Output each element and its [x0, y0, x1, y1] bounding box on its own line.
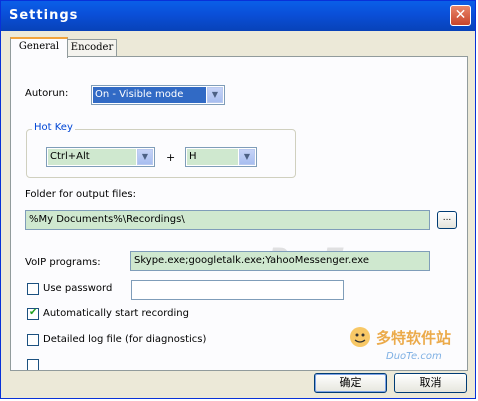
- detailed-log-label: Detailed log file (for diagnostics): [43, 334, 207, 345]
- cancel-button[interactable]: 取消: [394, 373, 467, 393]
- auto-start-checkbox[interactable]: ✔: [27, 307, 39, 320]
- tab-label: General: [18, 41, 60, 52]
- autorun-value: On - Visible mode: [93, 87, 206, 103]
- auto-start-label: Automatically start recording: [43, 308, 189, 319]
- voip-label: VoIP programs:: [25, 257, 101, 268]
- autorun-select[interactable]: On - Visible mode ▼: [91, 85, 225, 105]
- password-input[interactable]: [131, 280, 344, 300]
- tab-encoder[interactable]: Encoder: [67, 39, 117, 57]
- hotkey-key-select[interactable]: H ▼: [185, 147, 257, 167]
- use-password-checkbox[interactable]: [27, 283, 39, 295]
- chevron-down-icon[interactable]: ▼: [207, 87, 223, 103]
- title-bar[interactable]: Settings ✕: [1, 1, 475, 31]
- tab-general[interactable]: General: [10, 37, 68, 58]
- use-password-label: Use password: [43, 283, 113, 294]
- partial-checkbox[interactable]: [27, 359, 39, 370]
- close-button[interactable]: ✕: [450, 5, 471, 26]
- plus-sign: +: [166, 151, 176, 164]
- chevron-down-icon[interactable]: ▼: [239, 149, 255, 165]
- browse-button[interactable]: ...: [437, 211, 457, 229]
- hotkey-key-value: H: [187, 149, 238, 165]
- autorun-label: Autorun:: [25, 88, 69, 99]
- logo-subtext: DuoTe.com: [386, 351, 442, 362]
- tab-label: Encoder: [70, 42, 114, 53]
- voip-programs-input[interactable]: Skype.exe;googletalk.exe;YahooMessenger.…: [130, 251, 430, 271]
- output-folder-label: Folder for output files:: [25, 189, 136, 200]
- chevron-down-icon[interactable]: ▼: [137, 149, 153, 165]
- checkmark-icon: ✔: [29, 307, 38, 318]
- window-title: Settings: [9, 8, 79, 23]
- output-folder-input[interactable]: %My Documents%\Recordings\: [25, 210, 430, 230]
- settings-window: Settings ✕ General Encoder Autorun: On -…: [0, 0, 476, 399]
- close-icon: ✕: [454, 7, 467, 23]
- logo-text: 多特软件站: [376, 329, 451, 347]
- detailed-log-checkbox[interactable]: [27, 334, 39, 346]
- hotkey-modifier-value: Ctrl+Alt: [48, 149, 136, 165]
- hotkey-group-label: Hot Key: [32, 122, 75, 133]
- ok-button[interactable]: 确定: [314, 373, 387, 393]
- hotkey-modifier-select[interactable]: Ctrl+Alt ▼: [46, 147, 155, 167]
